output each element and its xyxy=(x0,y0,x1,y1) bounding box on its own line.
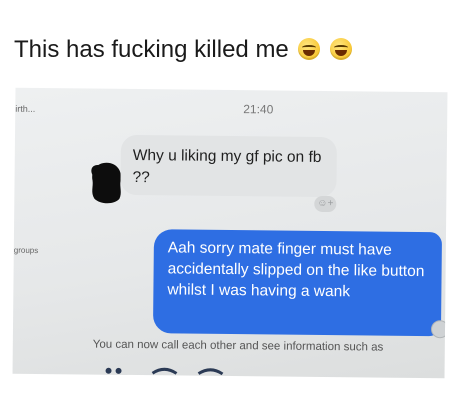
chat-screenshot-photo: irth... 21:40 groups Why u liking my gf … xyxy=(12,87,448,379)
cropped-ui-dots-icon xyxy=(105,367,224,376)
outgoing-message-bubble[interactable]: Aah sorry mate finger must have accident… xyxy=(152,229,443,337)
add-reaction-icon[interactable]: ☺+ xyxy=(314,195,337,213)
system-notice: You can now call each other and see info… xyxy=(92,338,384,354)
incoming-message-bubble[interactable]: Why u liking my gf pic on fb ?? xyxy=(120,134,338,198)
caption-text: This has fucking killed me xyxy=(14,36,289,63)
laughing-crying-emoji-icon xyxy=(330,38,353,60)
groups-label[interactable]: groups xyxy=(14,246,39,255)
contact-name[interactable]: irth... xyxy=(15,104,35,114)
message-timestamp: 21:40 xyxy=(243,102,274,117)
laughing-crying-emoji-icon xyxy=(298,38,321,60)
seen-indicator-icon xyxy=(430,320,448,339)
post-caption: This has fucking killed me xyxy=(14,36,353,64)
